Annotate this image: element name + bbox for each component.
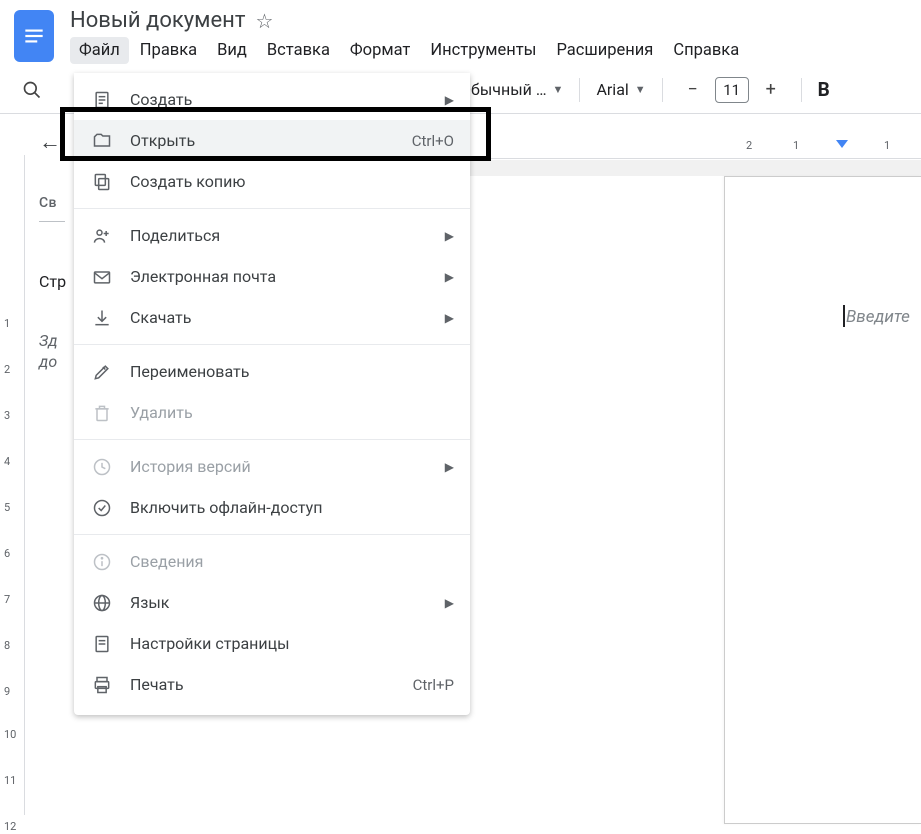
menu-item-label: Создать копию (130, 172, 454, 191)
folder-icon (90, 129, 114, 153)
submenu-arrow-icon: ▶ (445, 270, 454, 284)
menu-item-delete: Удалить (74, 392, 470, 433)
page-placeholder: Введите (846, 307, 910, 327)
menu-item-download[interactable]: Скачать ▶ (74, 297, 470, 338)
outline-body-text: Зд (39, 331, 58, 350)
menu-tools[interactable]: Инструменты (421, 37, 545, 64)
menu-item-label: История версий (130, 457, 454, 476)
fontsize-increase[interactable]: + (757, 76, 785, 104)
info-icon (90, 550, 114, 574)
history-icon (90, 455, 114, 479)
download-icon (90, 306, 114, 330)
chevron-down-icon: ▼ (553, 83, 564, 96)
menu-extensions[interactable]: Расширения (547, 37, 662, 64)
menu-edit[interactable]: Правка (131, 37, 206, 64)
menu-divider (74, 344, 470, 345)
menu-item-share[interactable]: Поделиться ▶ (74, 215, 470, 256)
menu-item-label: Переименовать (130, 362, 454, 381)
menu-item-email[interactable]: Электронная почта ▶ (74, 256, 470, 297)
print-icon (90, 673, 114, 697)
docs-logo[interactable] (14, 10, 54, 62)
fontsize-decrease[interactable]: − (679, 76, 707, 104)
toolbar-separator (662, 78, 663, 102)
document-icon (90, 88, 114, 112)
menu-item-rename[interactable]: Переименовать (74, 351, 470, 392)
menu-item-label: Печать (130, 675, 413, 694)
menu-item-label: Создать (130, 90, 454, 109)
menubar: Файл Правка Вид Вставка Формат Инструмен… (70, 37, 748, 64)
submenu-arrow-icon: ▶ (445, 229, 454, 243)
menu-divider (74, 208, 470, 209)
file-menu-dropdown: Создать ▶ Открыть Ctrl+O Создать копию П… (74, 73, 470, 715)
menu-item-label: Удалить (130, 403, 454, 422)
docs-logo-icon (21, 23, 47, 49)
font-label: Arial (596, 80, 628, 99)
menu-help[interactable]: Справка (664, 37, 748, 64)
bold-button[interactable]: B (818, 78, 830, 101)
font-dropdown[interactable]: Arial ▼ (596, 80, 645, 99)
share-icon (90, 224, 114, 248)
chevron-down-icon: ▼ (635, 83, 646, 96)
menu-item-history: История версий ▶ (74, 446, 470, 487)
menu-insert[interactable]: Вставка (258, 37, 339, 64)
fontsize-input[interactable]: 11 (715, 77, 749, 103)
toolbar-separator (579, 78, 580, 102)
menu-shortcut: Ctrl+P (413, 676, 454, 694)
text-cursor (843, 305, 845, 327)
menu-item-make-copy[interactable]: Создать копию (74, 161, 470, 202)
menu-view[interactable]: Вид (208, 37, 256, 64)
menu-item-label: Открыть (130, 131, 412, 150)
menu-item-print[interactable]: Печать Ctrl+P (74, 664, 470, 705)
outline-body-text: до (39, 352, 57, 371)
document-page[interactable]: Введите (724, 176, 921, 824)
rename-icon (90, 360, 114, 384)
paragraph-style-dropdown[interactable]: Обычный … ▼ (460, 80, 563, 99)
menu-item-label: Скачать (130, 308, 454, 327)
menu-item-offline[interactable]: Включить офлайн-доступ (74, 487, 470, 528)
star-icon[interactable]: ☆ (255, 9, 273, 33)
toolbar-separator (801, 78, 802, 102)
copy-icon (90, 170, 114, 194)
menu-item-label: Сведения (130, 552, 454, 571)
menu-item-page-setup[interactable]: Настройки страницы (74, 623, 470, 664)
menu-item-label: Электронная почта (130, 267, 454, 286)
trash-icon (90, 401, 114, 425)
paragraph-style-label: Обычный … (460, 80, 547, 99)
search-icon[interactable] (14, 72, 50, 108)
menu-item-label: Язык (130, 593, 454, 612)
menu-divider (74, 534, 470, 535)
submenu-arrow-icon: ▶ (445, 596, 454, 610)
divider (39, 221, 65, 222)
menu-item-label: Включить офлайн-доступ (130, 498, 454, 517)
email-icon (90, 265, 114, 289)
menu-item-create[interactable]: Создать ▶ (74, 79, 470, 120)
menu-item-language[interactable]: Язык ▶ (74, 582, 470, 623)
menu-item-details: Сведения (74, 541, 470, 582)
menu-shortcut: Ctrl+O (412, 132, 454, 150)
offline-icon (90, 496, 114, 520)
submenu-arrow-icon: ▶ (445, 460, 454, 474)
menu-item-label: Настройки страницы (130, 634, 454, 653)
menu-item-open[interactable]: Открыть Ctrl+O (74, 120, 470, 161)
menu-format[interactable]: Формат (341, 37, 419, 64)
submenu-arrow-icon: ▶ (445, 311, 454, 325)
submenu-arrow-icon: ▶ (445, 93, 454, 107)
document-title[interactable]: Новый документ (70, 8, 245, 33)
page-setup-icon (90, 632, 114, 656)
menu-item-label: Поделиться (130, 226, 454, 245)
menu-file[interactable]: Файл (70, 37, 129, 64)
menu-divider (74, 439, 470, 440)
globe-icon (90, 591, 114, 615)
